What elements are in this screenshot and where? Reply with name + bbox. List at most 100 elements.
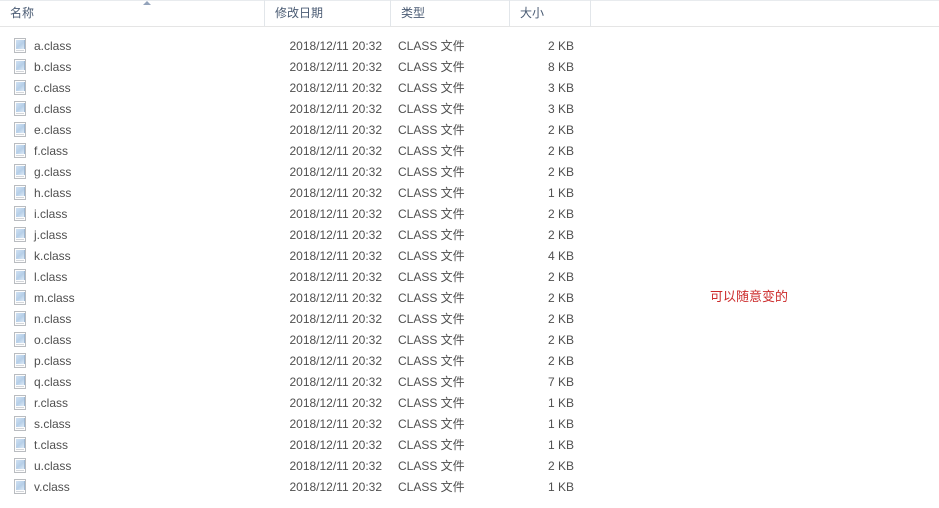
file-name-cell[interactable]: f.class bbox=[0, 141, 264, 162]
file-type-cell: CLASS 文件 bbox=[398, 291, 465, 305]
file-name-cell[interactable]: q.class bbox=[0, 372, 264, 393]
file-name-cell[interactable]: n.class bbox=[0, 309, 264, 330]
table-row[interactable]: u.class 2018/12/11 20:32 CLASS 文件 2 KB bbox=[0, 456, 939, 477]
class-file-icon bbox=[14, 143, 26, 158]
file-size-cell: 3 KB bbox=[547, 102, 574, 116]
class-file-icon bbox=[14, 458, 26, 473]
file-name-label: e.class bbox=[34, 123, 72, 137]
table-row[interactable]: p.class 2018/12/11 20:32 CLASS 文件 2 KB bbox=[0, 351, 939, 372]
file-name-label: u.class bbox=[34, 459, 72, 473]
class-file-icon bbox=[14, 353, 26, 368]
table-row[interactable]: j.class 2018/12/11 20:32 CLASS 文件 2 KB bbox=[0, 225, 939, 246]
file-date-cell: 2018/12/11 20:32 bbox=[289, 60, 382, 74]
file-size-cell: 2 KB bbox=[547, 459, 574, 473]
file-name-cell[interactable]: i.class bbox=[0, 204, 264, 225]
file-name-cell[interactable]: h.class bbox=[0, 183, 264, 204]
class-file-icon bbox=[14, 122, 26, 137]
file-type-cell: CLASS 文件 bbox=[398, 354, 465, 368]
table-row[interactable]: l.class 2018/12/11 20:32 CLASS 文件 2 KB bbox=[0, 267, 939, 288]
file-type-cell: CLASS 文件 bbox=[398, 123, 465, 137]
table-row[interactable]: k.class 2018/12/11 20:32 CLASS 文件 4 KB bbox=[0, 246, 939, 267]
file-size-cell: 2 KB bbox=[547, 333, 574, 347]
sort-ascending-icon bbox=[141, 0, 153, 7]
file-size-cell: 2 KB bbox=[547, 270, 574, 284]
file-name-cell[interactable]: t.class bbox=[0, 435, 264, 456]
file-name-label: m.class bbox=[34, 291, 75, 305]
file-date-cell: 2018/12/11 20:32 bbox=[289, 249, 382, 263]
file-date-cell: 2018/12/11 20:32 bbox=[289, 354, 382, 368]
file-name-cell[interactable]: m.class bbox=[0, 288, 264, 309]
file-name-cell[interactable]: p.class bbox=[0, 351, 264, 372]
file-date-cell: 2018/12/11 20:32 bbox=[289, 459, 382, 473]
file-explorer-list: 名称 修改日期 类型 大小 a.class 2018/12/11 20:32 CLA… bbox=[0, 0, 939, 508]
file-size-cell: 1 KB bbox=[547, 186, 574, 200]
annotation-text: 可以随意变的 bbox=[710, 290, 789, 305]
file-type-cell: CLASS 文件 bbox=[398, 438, 465, 452]
table-row[interactable]: v.class 2018/12/11 20:32 CLASS 文件 1 KB bbox=[0, 477, 939, 498]
class-file-icon bbox=[14, 101, 26, 116]
file-size-cell: 2 KB bbox=[547, 207, 574, 221]
file-name-cell[interactable]: l.class bbox=[0, 267, 264, 288]
file-name-cell[interactable]: o.class bbox=[0, 330, 264, 351]
file-name-cell[interactable]: a.class bbox=[0, 36, 264, 57]
table-row[interactable]: e.class 2018/12/11 20:32 CLASS 文件 2 KB bbox=[0, 120, 939, 141]
column-header-type[interactable]: 类型 bbox=[390, 0, 509, 26]
table-row[interactable]: f.class 2018/12/11 20:32 CLASS 文件 2 KB bbox=[0, 141, 939, 162]
column-header-date-modified[interactable]: 修改日期 bbox=[264, 0, 390, 26]
file-name-cell[interactable]: c.class bbox=[0, 78, 264, 99]
file-date-cell: 2018/12/11 20:32 bbox=[289, 480, 382, 494]
file-type-cell: CLASS 文件 bbox=[398, 396, 465, 410]
class-file-icon bbox=[14, 332, 26, 347]
table-row[interactable]: i.class 2018/12/11 20:32 CLASS 文件 2 KB bbox=[0, 204, 939, 225]
column-header-name[interactable]: 名称 bbox=[0, 0, 264, 26]
file-name-cell[interactable]: e.class bbox=[0, 120, 264, 141]
table-row[interactable]: r.class 2018/12/11 20:32 CLASS 文件 1 KB bbox=[0, 393, 939, 414]
file-name-label: j.class bbox=[34, 228, 68, 242]
table-row[interactable]: d.class 2018/12/11 20:32 CLASS 文件 3 KB bbox=[0, 99, 939, 120]
table-row[interactable]: t.class 2018/12/11 20:32 CLASS 文件 1 KB bbox=[0, 435, 939, 456]
file-name-cell[interactable]: j.class bbox=[0, 225, 264, 246]
file-size-cell: 2 KB bbox=[547, 354, 574, 368]
file-name-cell[interactable]: b.class bbox=[0, 57, 264, 78]
file-name-label: t.class bbox=[34, 438, 69, 452]
column-header-date-modified-label: 修改日期 bbox=[275, 6, 324, 20]
file-type-cell: CLASS 文件 bbox=[398, 39, 465, 53]
file-type-cell: CLASS 文件 bbox=[398, 417, 465, 431]
file-type-cell: CLASS 文件 bbox=[398, 60, 465, 74]
file-size-cell: 1 KB bbox=[547, 417, 574, 431]
table-row[interactable]: g.class 2018/12/11 20:32 CLASS 文件 2 KB bbox=[0, 162, 939, 183]
file-name-label: i.class bbox=[34, 207, 68, 221]
file-date-cell: 2018/12/11 20:32 bbox=[289, 396, 382, 410]
table-row[interactable]: b.class 2018/12/11 20:32 CLASS 文件 8 KB bbox=[0, 57, 939, 78]
file-date-cell: 2018/12/11 20:32 bbox=[289, 438, 382, 452]
class-file-icon bbox=[14, 59, 26, 74]
file-name-cell[interactable]: r.class bbox=[0, 393, 264, 414]
file-name-cell[interactable]: v.class bbox=[0, 477, 264, 498]
table-row[interactable]: m.class 2018/12/11 20:32 CLASS 文件 2 KB bbox=[0, 288, 939, 309]
file-name-cell[interactable]: g.class bbox=[0, 162, 264, 183]
file-name-cell[interactable]: s.class bbox=[0, 414, 264, 435]
table-row[interactable]: c.class 2018/12/11 20:32 CLASS 文件 3 KB bbox=[0, 78, 939, 99]
table-row[interactable]: a.class 2018/12/11 20:32 CLASS 文件 2 KB bbox=[0, 36, 939, 57]
table-row[interactable]: q.class 2018/12/11 20:32 CLASS 文件 7 KB bbox=[0, 372, 939, 393]
file-size-cell: 8 KB bbox=[547, 60, 574, 74]
column-header-size[interactable]: 大小 bbox=[509, 0, 590, 26]
class-file-icon bbox=[14, 206, 26, 221]
file-name-cell[interactable]: d.class bbox=[0, 99, 264, 120]
file-date-cell: 2018/12/11 20:32 bbox=[289, 81, 382, 95]
file-size-cell: 3 KB bbox=[547, 81, 574, 95]
file-name-label: b.class bbox=[34, 60, 72, 74]
column-header-type-label: 类型 bbox=[401, 6, 426, 20]
table-row[interactable]: s.class 2018/12/11 20:32 CLASS 文件 1 KB bbox=[0, 414, 939, 435]
class-file-icon bbox=[14, 437, 26, 452]
table-row[interactable]: n.class 2018/12/11 20:32 CLASS 文件 2 KB bbox=[0, 309, 939, 330]
file-type-cell: CLASS 文件 bbox=[398, 459, 465, 473]
file-date-cell: 2018/12/11 20:32 bbox=[289, 102, 382, 116]
file-name-label: o.class bbox=[34, 333, 72, 347]
class-file-icon bbox=[14, 374, 26, 389]
file-name-cell[interactable]: k.class bbox=[0, 246, 264, 267]
table-row[interactable]: h.class 2018/12/11 20:32 CLASS 文件 1 KB bbox=[0, 183, 939, 204]
file-type-cell: CLASS 文件 bbox=[398, 480, 465, 494]
file-name-cell[interactable]: u.class bbox=[0, 456, 264, 477]
table-row[interactable]: o.class 2018/12/11 20:32 CLASS 文件 2 KB bbox=[0, 330, 939, 351]
